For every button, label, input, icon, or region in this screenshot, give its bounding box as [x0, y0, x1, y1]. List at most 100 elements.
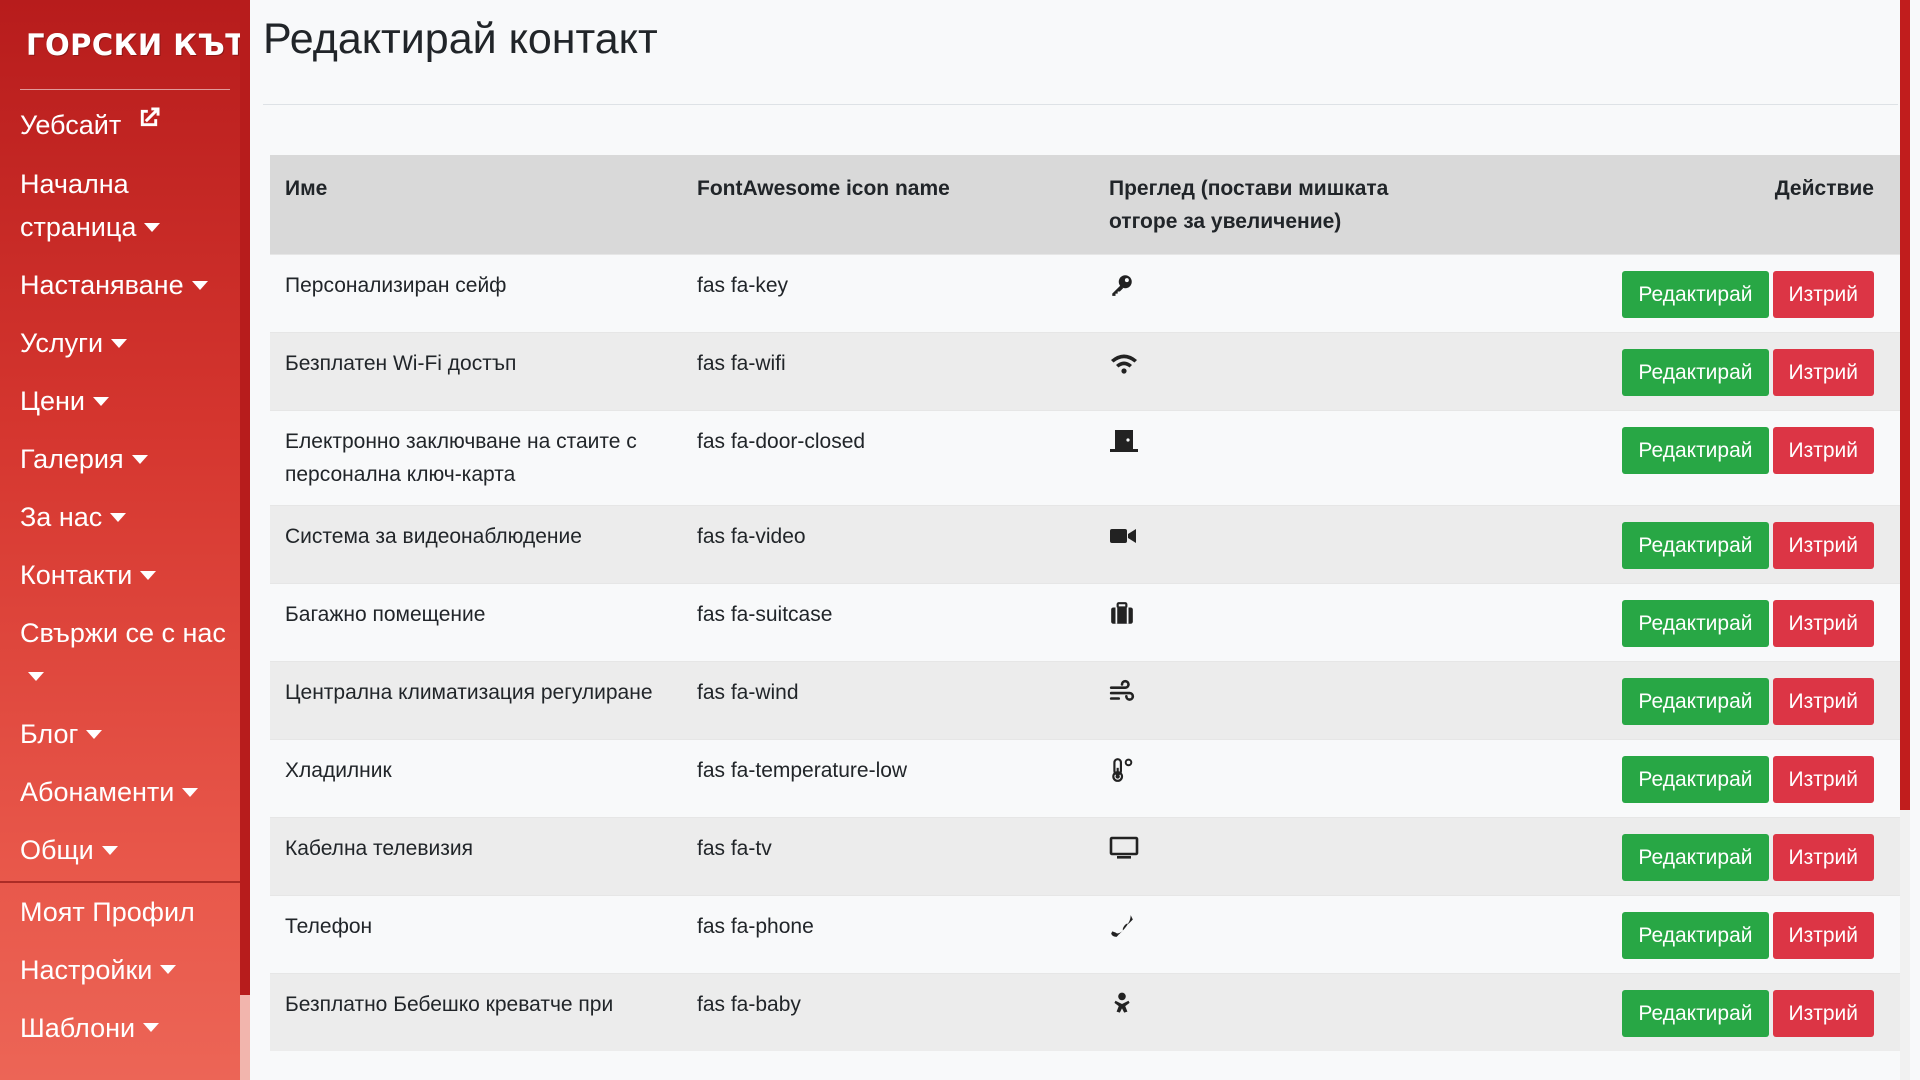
cell-actions: Редактирай Изтрий: [1506, 254, 1910, 333]
sidebar-item-about[interactable]: За нас: [20, 496, 235, 539]
baby-icon[interactable]: [1109, 991, 1135, 1017]
key-icon[interactable]: [1109, 272, 1135, 298]
caret-down-icon: [131, 454, 148, 464]
caret-down-icon: [182, 787, 199, 797]
column-header-action: Действие: [1506, 155, 1910, 255]
caret-down-icon: [140, 570, 157, 580]
temperature-low-icon[interactable]: [1109, 757, 1135, 783]
sidebar-item-website[interactable]: Уебсайт: [20, 104, 235, 148]
sidebar-item-contact-us[interactable]: Свържи се с нас: [20, 612, 235, 698]
sidebar-item-label: Услуги: [20, 328, 104, 359]
delete-button[interactable]: Изтрий: [1772, 678, 1874, 725]
sidebar-scrollbar-track[interactable]: [240, 995, 250, 1080]
edit-button[interactable]: Редактирай: [1622, 427, 1769, 474]
cell-preview: [1094, 661, 1506, 740]
sidebar-item-services[interactable]: Услуги: [20, 322, 235, 365]
delete-button[interactable]: Изтрий: [1772, 600, 1874, 647]
cell-preview: [1094, 505, 1506, 584]
sidebar-item-contacts[interactable]: Контакти: [20, 554, 235, 597]
sidebar-item-templates[interactable]: Шаблони: [20, 1007, 235, 1050]
sidebar-item-settings[interactable]: Настройки: [20, 949, 235, 992]
sidebar-item-label: Шаблони: [20, 1013, 136, 1043]
cell-actions: Редактирай Изтрий: [1506, 739, 1910, 818]
delete-button[interactable]: Изтрий: [1772, 834, 1874, 881]
edit-button[interactable]: Редактирай: [1622, 678, 1769, 725]
page-scrollbar[interactable]: [1900, 0, 1910, 1080]
main-content: Редактирай контакт Име FontAwesome icon …: [250, 0, 1910, 1080]
edit-button[interactable]: Редактирай: [1622, 271, 1769, 318]
cell-icon-name: fas fa-phone: [682, 895, 1094, 974]
edit-button[interactable]: Редактирай: [1622, 522, 1769, 569]
delete-button[interactable]: Изтрий: [1772, 349, 1874, 396]
sidebar-item-label: Настройки: [20, 955, 153, 985]
video-icon[interactable]: [1109, 523, 1136, 549]
delete-button[interactable]: Изтрий: [1772, 990, 1874, 1037]
cell-name: Хладилник: [270, 739, 682, 818]
cell-name: Телефон: [270, 895, 682, 974]
sidebar-item-subscriptions[interactable]: Абонаменти: [20, 771, 235, 814]
edit-button[interactable]: Редактирай: [1622, 349, 1769, 396]
sidebar-item-label: Моят Профил: [20, 897, 195, 927]
edit-button[interactable]: Редактирай: [1622, 600, 1769, 647]
cell-name: Багажно помещение: [270, 583, 682, 662]
cell-name: Кабелна телевизия: [270, 817, 682, 896]
edit-button[interactable]: Редактирай: [1622, 756, 1769, 803]
sidebar-item-label: Контакти: [20, 560, 133, 591]
delete-button[interactable]: Изтрий: [1772, 912, 1874, 959]
sidebar-item-label: Уебсайт: [20, 110, 122, 140]
table-row: Електронно заключване на стаите с персон…: [270, 410, 1910, 506]
sidebar-item-my-profile[interactable]: Моят Профил: [20, 891, 235, 934]
cell-name: Безплатен Wi-Fi достъп: [270, 332, 682, 411]
delete-button[interactable]: Изтрий: [1772, 271, 1874, 318]
sidebar-item-label: Начална страница: [20, 169, 137, 243]
caret-down-icon: [101, 845, 118, 855]
sidebar-nav: Уебсайт Начална страница Настаняване Усл…: [20, 104, 235, 887]
cell-preview: [1094, 973, 1506, 1051]
cell-preview: [1094, 817, 1506, 896]
wind-icon[interactable]: [1109, 679, 1135, 705]
sidebar-item-blog[interactable]: Блог: [20, 713, 235, 756]
brand-divider: [20, 89, 230, 90]
edit-button[interactable]: Редактирай: [1622, 834, 1769, 881]
column-header-name: Име: [270, 155, 682, 255]
cell-preview: [1094, 410, 1506, 506]
delete-button[interactable]: Изтрий: [1772, 427, 1874, 474]
tv-icon[interactable]: [1109, 835, 1139, 861]
suitcase-icon[interactable]: [1109, 601, 1135, 627]
sidebar-item-label: За нас: [20, 502, 103, 533]
cell-actions: Редактирай Изтрий: [1506, 505, 1910, 584]
wifi-icon[interactable]: [1109, 350, 1137, 376]
brand-logo[interactable]: ГОРСКИ КЪТ: [26, 28, 245, 62]
cell-name: Система за видеонаблюдение: [270, 505, 682, 584]
sidebar-item-prices[interactable]: Цени: [20, 380, 235, 423]
edit-button[interactable]: Редактирай: [1622, 912, 1769, 959]
cell-actions: Редактирай Изтрий: [1506, 583, 1910, 662]
table-row: Безплатен Wi-Fi достъп fas fa-wifi Редак…: [270, 332, 1910, 411]
cell-actions: Редактирай Изтрий: [1506, 973, 1910, 1051]
sidebar-item-home[interactable]: Начална страница: [20, 163, 235, 249]
cell-icon-name: fas fa-wind: [682, 661, 1094, 740]
edit-button[interactable]: Редактирай: [1622, 990, 1769, 1037]
sidebar-scrollbar[interactable]: [240, 0, 250, 1080]
column-header-preview: Преглед (постави мишката отгоре за увели…: [1094, 155, 1506, 255]
phone-icon[interactable]: [1109, 913, 1135, 939]
sidebar-item-label: Блог: [20, 719, 79, 750]
caret-down-icon: [160, 965, 177, 975]
cell-icon-name: fas fa-tv: [682, 817, 1094, 896]
door-closed-icon[interactable]: [1109, 428, 1138, 454]
delete-button[interactable]: Изтрий: [1772, 756, 1874, 803]
scrollbar-thumb[interactable]: [1900, 0, 1910, 810]
sidebar-item-general[interactable]: Общи: [20, 829, 235, 872]
sidebar-item-gallery[interactable]: Галерия: [20, 438, 235, 481]
cell-icon-name: fas fa-door-closed: [682, 410, 1094, 506]
caret-down-icon: [86, 729, 103, 739]
delete-button[interactable]: Изтрий: [1772, 522, 1874, 569]
cell-icon-name: fas fa-key: [682, 254, 1094, 333]
cell-name: Електронно заключване на стаите с персон…: [270, 410, 682, 506]
cell-name: Безплатно Бебешко креватче при: [270, 973, 682, 1051]
cell-preview: [1094, 583, 1506, 662]
caret-down-icon: [111, 338, 128, 348]
caret-down-icon: [28, 671, 44, 681]
sidebar-item-label: Цени: [20, 386, 85, 417]
sidebar-item-accommodation[interactable]: Настаняване: [20, 264, 235, 307]
